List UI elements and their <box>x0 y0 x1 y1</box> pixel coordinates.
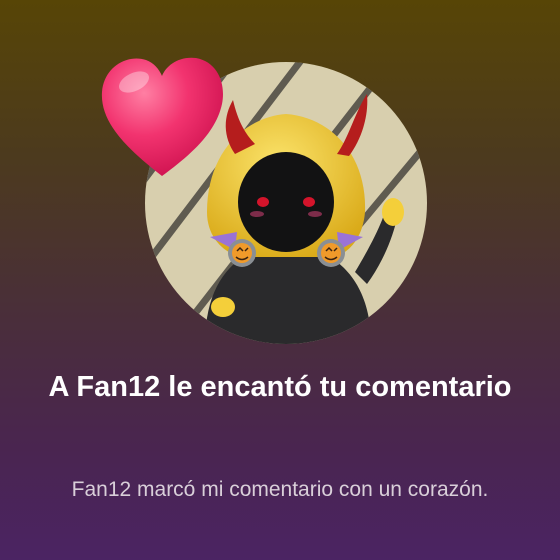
heart-icon <box>101 57 223 176</box>
notification-screen: A Fan12 le encantó tu comentario Fan12 m… <box>0 0 560 560</box>
notification-title: A Fan12 le encantó tu comentario <box>48 371 512 403</box>
heart-badge <box>96 52 228 180</box>
notification-message: Fan12 marcó mi comentario con un corazón… <box>71 478 489 501</box>
